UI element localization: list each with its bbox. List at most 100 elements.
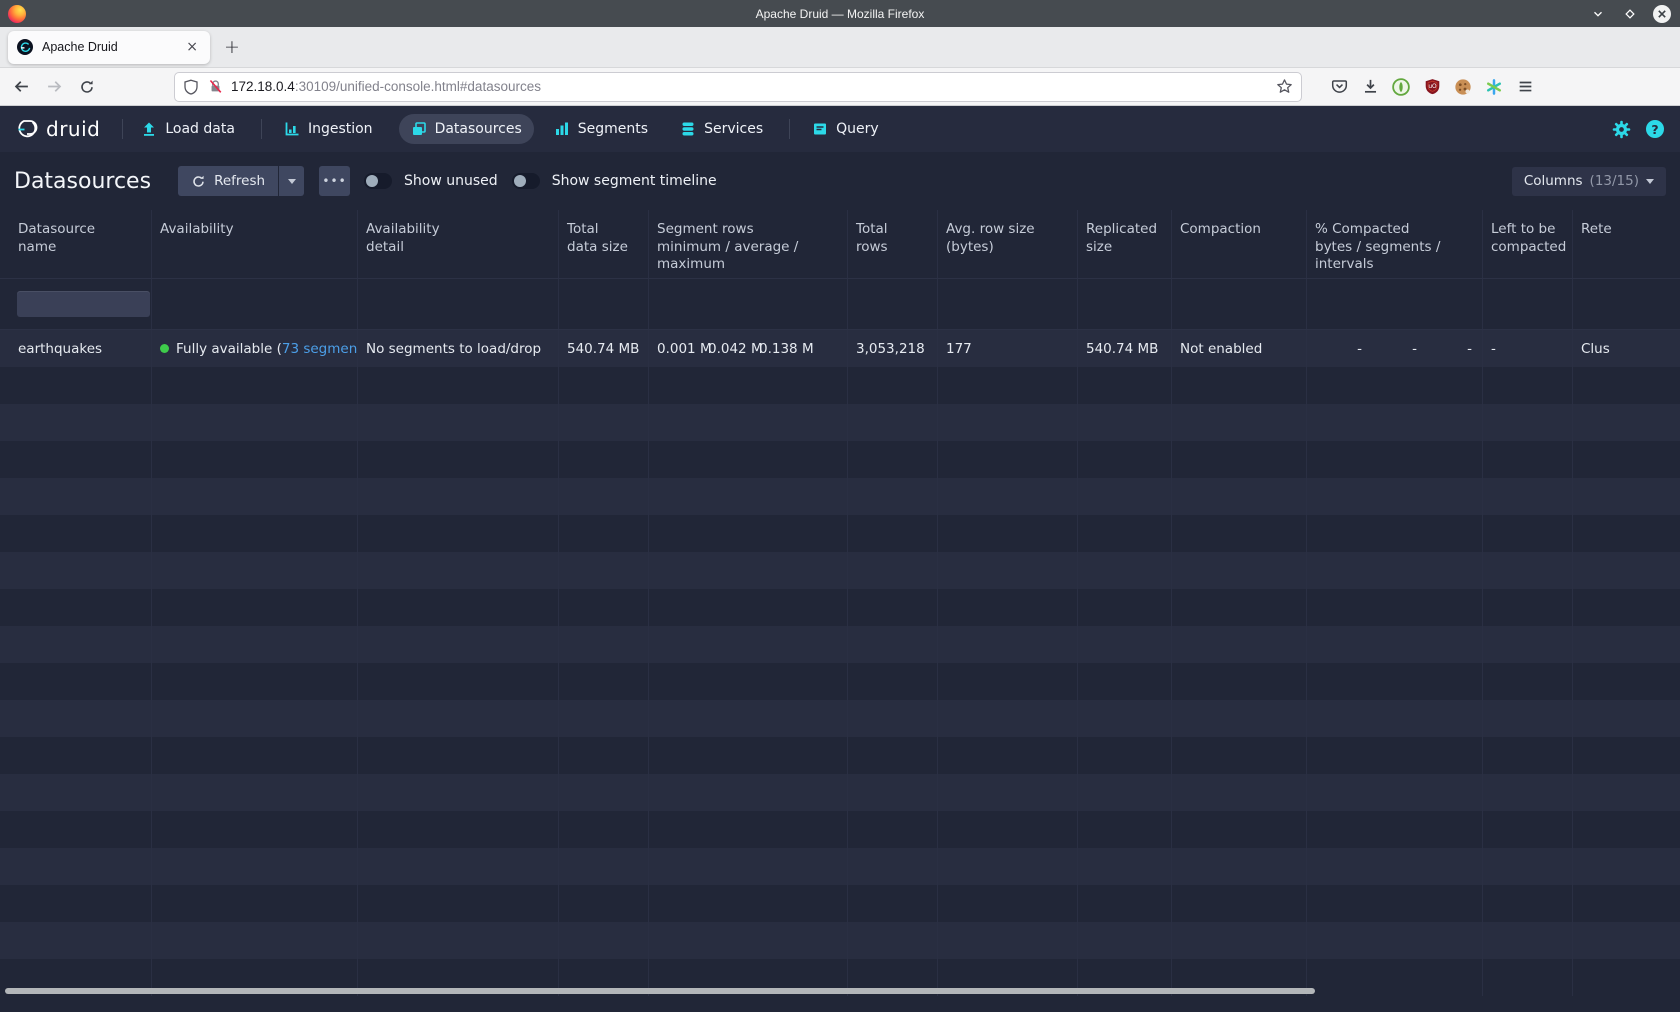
refresh-icon — [191, 174, 206, 189]
downloads-icon[interactable] — [1361, 78, 1379, 96]
availability-detail-cell: No segments to load/drop — [358, 330, 559, 367]
column-header-avg-row-size[interactable]: Avg. row size (bytes) — [938, 210, 1078, 278]
nav-item-label: Ingestion — [308, 121, 373, 137]
tab-close-icon[interactable]: × — [183, 39, 201, 55]
asterisk-extension-icon[interactable] — [1485, 78, 1503, 96]
retention-cell[interactable]: Clus — [1573, 330, 1680, 367]
availability-cell: Fully available (73 segments) — [152, 330, 358, 367]
more-actions-button[interactable]: ••• — [319, 166, 350, 196]
nav-item-segments[interactable]: Segments — [542, 114, 660, 144]
services-icon — [680, 121, 696, 137]
segment-rows-avg: 0.042 M — [708, 341, 759, 357]
compaction-cell[interactable]: Not enabled — [1172, 330, 1307, 367]
forward-icon[interactable] — [40, 73, 68, 101]
empty-rows — [0, 367, 1680, 996]
maximize-icon[interactable] — [1620, 4, 1640, 24]
column-header-segment-rows[interactable]: Segment rows minimum / average / maximum — [649, 210, 848, 278]
window-title: Apache Druid — Mozilla Firefox — [0, 7, 1680, 21]
segment-rows-cell: 0.001 M 0.042 M 0.138 M — [649, 330, 848, 367]
firefox-window: Apache Druid — Mozilla Firefox Apache Dr… — [0, 0, 1680, 1012]
column-header-datasource-name[interactable]: Datasource name — [0, 210, 152, 278]
druid-favicon-icon — [17, 39, 33, 55]
availability-text: Fully available ( — [176, 341, 282, 357]
view-control-bar: Datasources Refresh ••• Show unused Show… — [0, 152, 1680, 210]
toggle-knob — [514, 175, 526, 187]
column-header-replicated-size[interactable]: Replicated size — [1078, 210, 1172, 278]
menu-hamburger-icon[interactable] — [1516, 78, 1534, 96]
minimize-icon[interactable] — [1588, 4, 1608, 24]
nav-item-label: Load data — [165, 121, 235, 137]
nav-item-ingestion[interactable]: Ingestion — [272, 114, 385, 144]
svg-text:uO: uO — [1428, 84, 1437, 90]
tab-bar: Apache Druid × + — [0, 27, 1680, 68]
pct-compacted-intervals: - — [1417, 341, 1472, 357]
ublock-origin-icon[interactable]: uO — [1423, 78, 1441, 96]
table-filter-row — [0, 279, 1680, 330]
load-data-icon — [141, 121, 157, 137]
browser-toolbar: 172.18.0.4:30109/unified-console.html#da… — [0, 68, 1680, 106]
column-header-availability[interactable]: Availability — [152, 210, 358, 278]
columns-button[interactable]: Columns (13/15) — [1512, 167, 1666, 196]
nav-item-query[interactable]: Query — [800, 114, 891, 144]
pct-compacted-segments: - — [1362, 341, 1417, 357]
ingestion-icon — [284, 121, 300, 137]
new-tab-button[interactable]: + — [224, 36, 240, 58]
horizontal-scrollbar[interactable] — [5, 988, 1315, 994]
close-icon[interactable] — [1652, 4, 1672, 24]
tab-apache-druid[interactable]: Apache Druid × — [8, 31, 210, 64]
datasources-table: Datasource name Availability Availabilit… — [0, 210, 1680, 996]
nav-separator — [261, 119, 262, 139]
chevron-down-icon — [1646, 179, 1654, 184]
show-unused-toggle[interactable] — [364, 173, 392, 189]
url-bar[interactable]: 172.18.0.4:30109/unified-console.html#da… — [174, 72, 1302, 102]
avg-row-size-cell: 177 — [938, 330, 1078, 367]
columns-count: (13/15) — [1590, 173, 1639, 189]
column-header-total-data-size[interactable]: Total data size — [559, 210, 649, 278]
refresh-dropdown-button[interactable] — [279, 166, 304, 196]
column-header-left-to-be-compacted[interactable]: Left to be compacted — [1483, 210, 1573, 278]
nav-item-load-data[interactable]: Load data — [129, 114, 247, 144]
column-header-compaction[interactable]: Compaction — [1172, 210, 1307, 278]
column-header-total-rows[interactable]: Total rows — [848, 210, 938, 278]
window-titlebar[interactable]: Apache Druid — Mozilla Firefox — [0, 0, 1680, 27]
show-segment-timeline-toggle[interactable] — [512, 173, 540, 189]
toggle-knob — [366, 175, 378, 187]
url-text[interactable]: 172.18.0.4:30109/unified-console.html#da… — [231, 79, 1276, 94]
table-row-earthquakes[interactable]: earthquakes Fully available (73 segments… — [0, 330, 1680, 367]
datasource-filter-input[interactable] — [17, 291, 150, 317]
settings-gear-icon[interactable] — [1612, 120, 1631, 139]
url-host: 172.18.0.4 — [231, 79, 295, 94]
column-header-retention[interactable]: Rete — [1573, 210, 1680, 278]
nav-item-label: Segments — [578, 121, 648, 137]
nav-separator — [789, 119, 790, 139]
segment-rows-min: 0.001 M — [657, 341, 708, 357]
segments-link[interactable]: 73 segments — [282, 341, 358, 357]
extension-green-circle-icon[interactable] — [1392, 78, 1410, 96]
reload-icon[interactable] — [73, 73, 101, 101]
help-icon[interactable]: ? — [1646, 120, 1664, 138]
insecure-lock-icon[interactable] — [208, 79, 223, 94]
column-header-availability-detail[interactable]: Availability detail — [358, 210, 559, 278]
pct-compacted-cell: - - - — [1307, 330, 1483, 367]
bookmark-star-icon[interactable] — [1276, 78, 1293, 95]
page-title: Datasources — [14, 169, 151, 194]
chevron-down-icon — [288, 179, 296, 184]
replicated-size-cell: 540.74 MB — [1078, 330, 1172, 367]
tracking-shield-icon[interactable] — [183, 79, 199, 95]
nav-item-datasources[interactable]: Datasources — [399, 114, 534, 144]
pocket-icon[interactable] — [1330, 78, 1348, 96]
available-dot-icon — [160, 344, 169, 353]
segment-rows-max: 0.138 M — [759, 341, 810, 357]
column-header-pct-compacted[interactable]: % Compacted bytes / segments / intervals — [1307, 210, 1483, 278]
cookie-extension-icon[interactable] — [1454, 78, 1472, 96]
show-segment-timeline-label: Show segment timeline — [552, 173, 717, 189]
nav-item-services[interactable]: Services — [668, 114, 775, 144]
total-data-size-cell: 540.74 MB — [559, 330, 649, 367]
refresh-label: Refresh — [214, 173, 265, 189]
total-rows-cell: 3,053,218 — [848, 330, 938, 367]
datasources-icon — [411, 121, 427, 137]
druid-logo[interactable]: druid — [16, 117, 100, 141]
back-icon[interactable] — [7, 73, 35, 101]
refresh-button[interactable]: Refresh — [178, 166, 278, 196]
datasource-name-cell[interactable]: earthquakes — [0, 330, 152, 367]
